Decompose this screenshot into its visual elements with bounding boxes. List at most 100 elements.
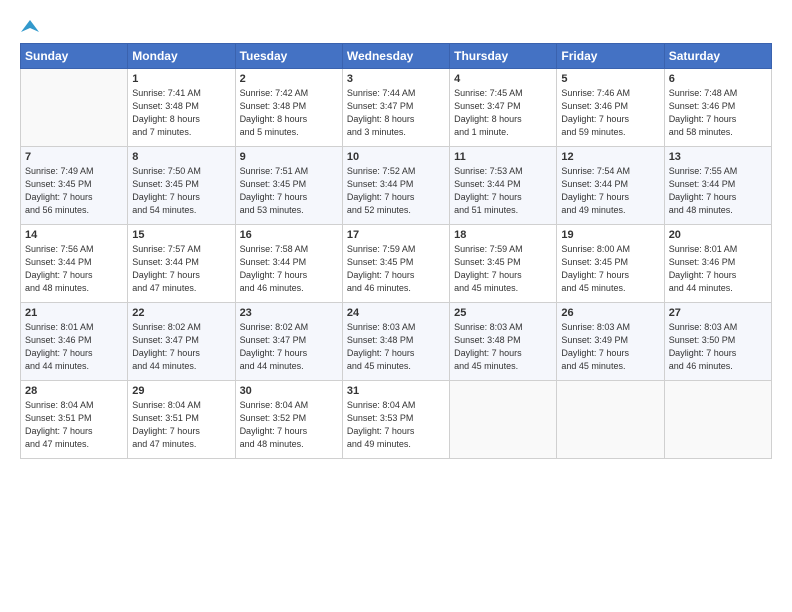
table-row xyxy=(557,381,664,459)
day-info: Sunrise: 7:53 AM Sunset: 3:44 PM Dayligh… xyxy=(454,165,552,217)
logo-bird-icon xyxy=(21,18,39,36)
table-row: 16 Sunrise: 7:58 AM Sunset: 3:44 PM Dayli… xyxy=(235,225,342,303)
day-number: 16 xyxy=(240,229,338,241)
day-number: 26 xyxy=(561,307,659,319)
day-info: Sunrise: 7:54 AM Sunset: 3:44 PM Dayligh… xyxy=(561,165,659,217)
table-row: 4 Sunrise: 7:45 AM Sunset: 3:47 PM Daylig… xyxy=(450,69,557,147)
col-sunday: Sunday xyxy=(21,44,128,69)
day-info: Sunrise: 8:01 AM Sunset: 3:46 PM Dayligh… xyxy=(25,321,123,373)
calendar-week-row: 7Sunrise: 7:49 AM Sunset: 3:45 PM Daylig… xyxy=(21,147,772,225)
calendar-header-row: Sunday Monday Tuesday Wednesday Thursday… xyxy=(21,44,772,69)
day-info: Sunrise: 7:52 AM Sunset: 3:44 PM Dayligh… xyxy=(347,165,445,217)
table-row: 6Sunrise: 7:48 AM Sunset: 3:46 PM Daylig… xyxy=(664,69,771,147)
header xyxy=(20,18,772,33)
table-row: 18 Sunrise: 7:59 AM Sunset: 3:45 PM Dayli… xyxy=(450,225,557,303)
table-row: 11Sunrise: 7:53 AM Sunset: 3:44 PM Dayli… xyxy=(450,147,557,225)
day-number: 1 xyxy=(132,73,230,85)
calendar-table: Sunday Monday Tuesday Wednesday Thursday… xyxy=(20,43,772,459)
day-number: 10 xyxy=(347,151,445,163)
table-row: 5 Sunrise: 7:46 AM Sunset: 3:46 PM Daylig… xyxy=(557,69,664,147)
day-number: 2 xyxy=(240,73,338,85)
table-row: 26 Sunrise: 8:03 AM Sunset: 3:49 PM Dayli… xyxy=(557,303,664,381)
day-info: Sunrise: 7:42 AM Sunset: 3:48 PM Dayligh… xyxy=(240,87,338,139)
table-row: 28 Sunrise: 8:04 AM Sunset: 3:51 PM Dayli… xyxy=(21,381,128,459)
table-row: 30 Sunrise: 8:04 AM Sunset: 3:52 PM Dayli… xyxy=(235,381,342,459)
calendar-week-row: 1Sunrise: 7:41 AM Sunset: 3:48 PM Daylig… xyxy=(21,69,772,147)
table-row xyxy=(450,381,557,459)
day-info: Sunrise: 7:44 AM Sunset: 3:47 PM Dayligh… xyxy=(347,87,445,139)
table-row: 13 Sunrise: 7:55 AM Sunset: 3:44 PM Dayli… xyxy=(664,147,771,225)
day-info: Sunrise: 8:03 AM Sunset: 3:48 PM Dayligh… xyxy=(347,321,445,373)
day-info: Sunrise: 8:00 AM Sunset: 3:45 PM Dayligh… xyxy=(561,243,659,295)
day-number: 8 xyxy=(132,151,230,163)
table-row: 3 Sunrise: 7:44 AM Sunset: 3:47 PM Daylig… xyxy=(342,69,449,147)
table-row: 7Sunrise: 7:49 AM Sunset: 3:45 PM Daylig… xyxy=(21,147,128,225)
day-number: 21 xyxy=(25,307,123,319)
table-row: 12 Sunrise: 7:54 AM Sunset: 3:44 PM Dayli… xyxy=(557,147,664,225)
day-number: 30 xyxy=(240,385,338,397)
col-monday: Monday xyxy=(128,44,235,69)
day-info: Sunrise: 7:46 AM Sunset: 3:46 PM Dayligh… xyxy=(561,87,659,139)
day-number: 24 xyxy=(347,307,445,319)
table-row: 23 Sunrise: 8:02 AM Sunset: 3:47 PM Dayli… xyxy=(235,303,342,381)
table-row: 2 Sunrise: 7:42 AM Sunset: 3:48 PM Daylig… xyxy=(235,69,342,147)
table-row: 24 Sunrise: 8:03 AM Sunset: 3:48 PM Dayli… xyxy=(342,303,449,381)
day-info: Sunrise: 7:51 AM Sunset: 3:45 PM Dayligh… xyxy=(240,165,338,217)
calendar-week-row: 14Sunrise: 7:56 AM Sunset: 3:44 PM Dayli… xyxy=(21,225,772,303)
col-saturday: Saturday xyxy=(664,44,771,69)
day-number: 12 xyxy=(561,151,659,163)
table-row: 22 Sunrise: 8:02 AM Sunset: 3:47 PM Dayli… xyxy=(128,303,235,381)
table-row: 9 Sunrise: 7:51 AM Sunset: 3:45 PM Daylig… xyxy=(235,147,342,225)
day-number: 29 xyxy=(132,385,230,397)
day-info: Sunrise: 8:04 AM Sunset: 3:52 PM Dayligh… xyxy=(240,399,338,451)
day-number: 9 xyxy=(240,151,338,163)
col-tuesday: Tuesday xyxy=(235,44,342,69)
day-info: Sunrise: 7:55 AM Sunset: 3:44 PM Dayligh… xyxy=(669,165,767,217)
day-info: Sunrise: 7:59 AM Sunset: 3:45 PM Dayligh… xyxy=(347,243,445,295)
day-info: Sunrise: 8:04 AM Sunset: 3:51 PM Dayligh… xyxy=(132,399,230,451)
day-number: 23 xyxy=(240,307,338,319)
table-row: 17Sunrise: 7:59 AM Sunset: 3:45 PM Dayli… xyxy=(342,225,449,303)
day-info: Sunrise: 7:50 AM Sunset: 3:45 PM Dayligh… xyxy=(132,165,230,217)
day-number: 28 xyxy=(25,385,123,397)
day-number: 27 xyxy=(669,307,767,319)
day-number: 4 xyxy=(454,73,552,85)
day-number: 20 xyxy=(669,229,767,241)
day-info: Sunrise: 8:02 AM Sunset: 3:47 PM Dayligh… xyxy=(132,321,230,373)
calendar-week-row: 21 Sunrise: 8:01 AM Sunset: 3:46 PM Dayli… xyxy=(21,303,772,381)
day-info: Sunrise: 7:45 AM Sunset: 3:47 PM Dayligh… xyxy=(454,87,552,139)
table-row xyxy=(21,69,128,147)
table-row: 8 Sunrise: 7:50 AM Sunset: 3:45 PM Daylig… xyxy=(128,147,235,225)
day-number: 15 xyxy=(132,229,230,241)
logo xyxy=(20,18,39,33)
day-info: Sunrise: 7:59 AM Sunset: 3:45 PM Dayligh… xyxy=(454,243,552,295)
day-info: Sunrise: 7:58 AM Sunset: 3:44 PM Dayligh… xyxy=(240,243,338,295)
day-info: Sunrise: 7:57 AM Sunset: 3:44 PM Dayligh… xyxy=(132,243,230,295)
table-row xyxy=(664,381,771,459)
table-row: 20 Sunrise: 8:01 AM Sunset: 3:46 PM Dayli… xyxy=(664,225,771,303)
col-friday: Friday xyxy=(557,44,664,69)
day-info: Sunrise: 8:02 AM Sunset: 3:47 PM Dayligh… xyxy=(240,321,338,373)
table-row: 25Sunrise: 8:03 AM Sunset: 3:48 PM Dayli… xyxy=(450,303,557,381)
day-number: 19 xyxy=(561,229,659,241)
table-row: 27 Sunrise: 8:03 AM Sunset: 3:50 PM Dayli… xyxy=(664,303,771,381)
day-number: 13 xyxy=(669,151,767,163)
day-info: Sunrise: 8:01 AM Sunset: 3:46 PM Dayligh… xyxy=(669,243,767,295)
day-number: 22 xyxy=(132,307,230,319)
day-info: Sunrise: 8:03 AM Sunset: 3:49 PM Dayligh… xyxy=(561,321,659,373)
page: Sunday Monday Tuesday Wednesday Thursday… xyxy=(0,0,792,612)
table-row: 31Sunrise: 8:04 AM Sunset: 3:53 PM Dayli… xyxy=(342,381,449,459)
day-number: 18 xyxy=(454,229,552,241)
day-number: 7 xyxy=(25,151,123,163)
day-info: Sunrise: 8:04 AM Sunset: 3:53 PM Dayligh… xyxy=(347,399,445,451)
day-number: 3 xyxy=(347,73,445,85)
table-row: 15 Sunrise: 7:57 AM Sunset: 3:44 PM Dayli… xyxy=(128,225,235,303)
day-number: 25 xyxy=(454,307,552,319)
day-number: 14 xyxy=(25,229,123,241)
day-info: Sunrise: 8:03 AM Sunset: 3:50 PM Dayligh… xyxy=(669,321,767,373)
table-row: 29 Sunrise: 8:04 AM Sunset: 3:51 PM Dayli… xyxy=(128,381,235,459)
col-wednesday: Wednesday xyxy=(342,44,449,69)
table-row: 10 Sunrise: 7:52 AM Sunset: 3:44 PM Dayli… xyxy=(342,147,449,225)
day-number: 5 xyxy=(561,73,659,85)
day-info: Sunrise: 8:04 AM Sunset: 3:51 PM Dayligh… xyxy=(25,399,123,451)
